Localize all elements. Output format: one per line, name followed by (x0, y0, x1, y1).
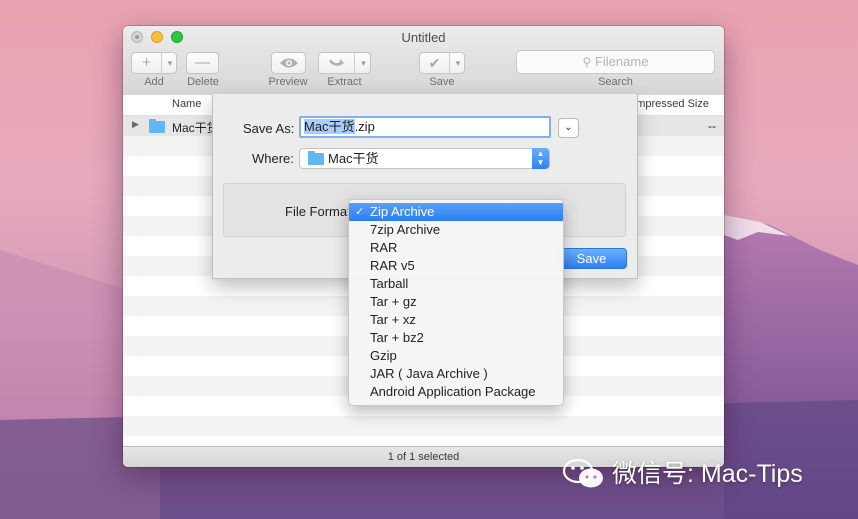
menu-item-tar-xz[interactable]: Tar + xz (349, 311, 563, 329)
minus-icon: — (195, 54, 210, 71)
menu-item-label: RAR (370, 240, 398, 255)
chevron-down-icon: ⌄ (564, 122, 573, 133)
menu-item-label: Tar + bz2 (370, 330, 424, 345)
save-toolbar-label: Save (429, 76, 455, 88)
search-input[interactable]: ⚲ Filename (516, 50, 715, 74)
menu-item-label: RAR v5 (370, 258, 415, 273)
preview-button[interactable] (271, 52, 306, 74)
menu-item-label: Android Application Package (370, 384, 536, 399)
save-as-label: Save As: (243, 121, 295, 136)
plus-icon: + (142, 54, 151, 71)
titlebar: Untitled + ▾ Add — Delete Preview ▾ Extr… (123, 26, 724, 96)
menu-item-apk[interactable]: Android Application Package (349, 383, 563, 401)
where-label: Where: (252, 151, 294, 166)
where-popup[interactable]: Mac干货 ▲ ▼ (299, 148, 550, 169)
where-value: Mac干货 (328, 151, 379, 166)
column-name[interactable]: Name (172, 98, 201, 110)
save-as-field[interactable]: Mac干货.zip (299, 116, 551, 138)
menu-item-rar[interactable]: RAR (349, 239, 563, 257)
menu-item-label: JAR ( Java Archive ) (370, 366, 488, 381)
checkmark-icon: ✔ (428, 55, 441, 71)
folder-icon (308, 151, 324, 165)
extract-icon (328, 59, 344, 66)
menu-item-label: Zip Archive (370, 204, 435, 219)
add-label: Add (144, 76, 164, 88)
checkmark-icon: ✓ (355, 206, 365, 218)
file-format-label: File Format (285, 204, 351, 219)
menu-item-label: Gzip (370, 348, 397, 363)
menu-item-label: Tarball (370, 276, 409, 291)
eye-icon (280, 58, 298, 68)
delete-button[interactable]: — (186, 52, 219, 74)
search-label: Search (598, 76, 633, 88)
menu-item-label: Tar + xz (370, 312, 416, 327)
menu-item-tarball[interactable]: Tarball (349, 275, 563, 293)
expand-sheet-button[interactable]: ⌄ (558, 118, 579, 138)
menu-item-jar[interactable]: JAR ( Java Archive ) (349, 365, 563, 383)
filename-selection: Mac干货 (304, 119, 355, 134)
window-title: Untitled (401, 30, 446, 45)
menu-item-label: Tar + gz (370, 294, 417, 309)
save-button[interactable]: Save (556, 248, 627, 269)
popup-stepper-icon: ▲ ▼ (532, 148, 549, 169)
preview-label: Preview (268, 76, 308, 88)
extract-label: Extract (327, 76, 362, 88)
menu-item-gzip[interactable]: Gzip (349, 347, 563, 365)
column-compressed-size[interactable]: mpressed Size (636, 98, 709, 110)
search-placeholder: Filename (594, 54, 649, 69)
menu-item-tar-bz2[interactable]: Tar + bz2 (349, 329, 563, 347)
save-toolbar-button[interactable]: ✔ ▾ (419, 52, 465, 74)
menu-item-rar-v5[interactable]: RAR v5 (349, 257, 563, 275)
wechat-logo-icon (562, 458, 603, 488)
folder-icon (149, 119, 165, 133)
list-item (123, 416, 724, 436)
chevron-down-icon[interactable]: ▾ (161, 53, 178, 73)
add-button[interactable]: + ▾ (131, 52, 177, 74)
filename-extension: .zip (354, 119, 375, 134)
watermark-text: 微信号: Mac-Tips (612, 460, 803, 488)
menu-item-label: 7zip Archive (370, 222, 441, 237)
menu-item-zip-archive[interactable]: ✓ Zip Archive (349, 203, 563, 221)
search-icon: ⚲ (582, 55, 592, 69)
delete-label: Delete (187, 76, 219, 88)
row-compressed-size: -- (708, 119, 716, 133)
file-format-menu: ✓ Zip Archive 7zip Archive RAR RAR v5 Tar… (348, 199, 564, 406)
extract-button[interactable]: ▾ (318, 52, 371, 74)
chevron-down-icon[interactable]: ▾ (449, 53, 466, 73)
disclosure-triangle-icon[interactable]: ▶ (132, 119, 139, 130)
menu-item-7zip-archive[interactable]: 7zip Archive (349, 221, 563, 239)
menu-item-tar-gz[interactable]: Tar + gz (349, 293, 563, 311)
chevron-down-icon[interactable]: ▾ (354, 53, 372, 73)
